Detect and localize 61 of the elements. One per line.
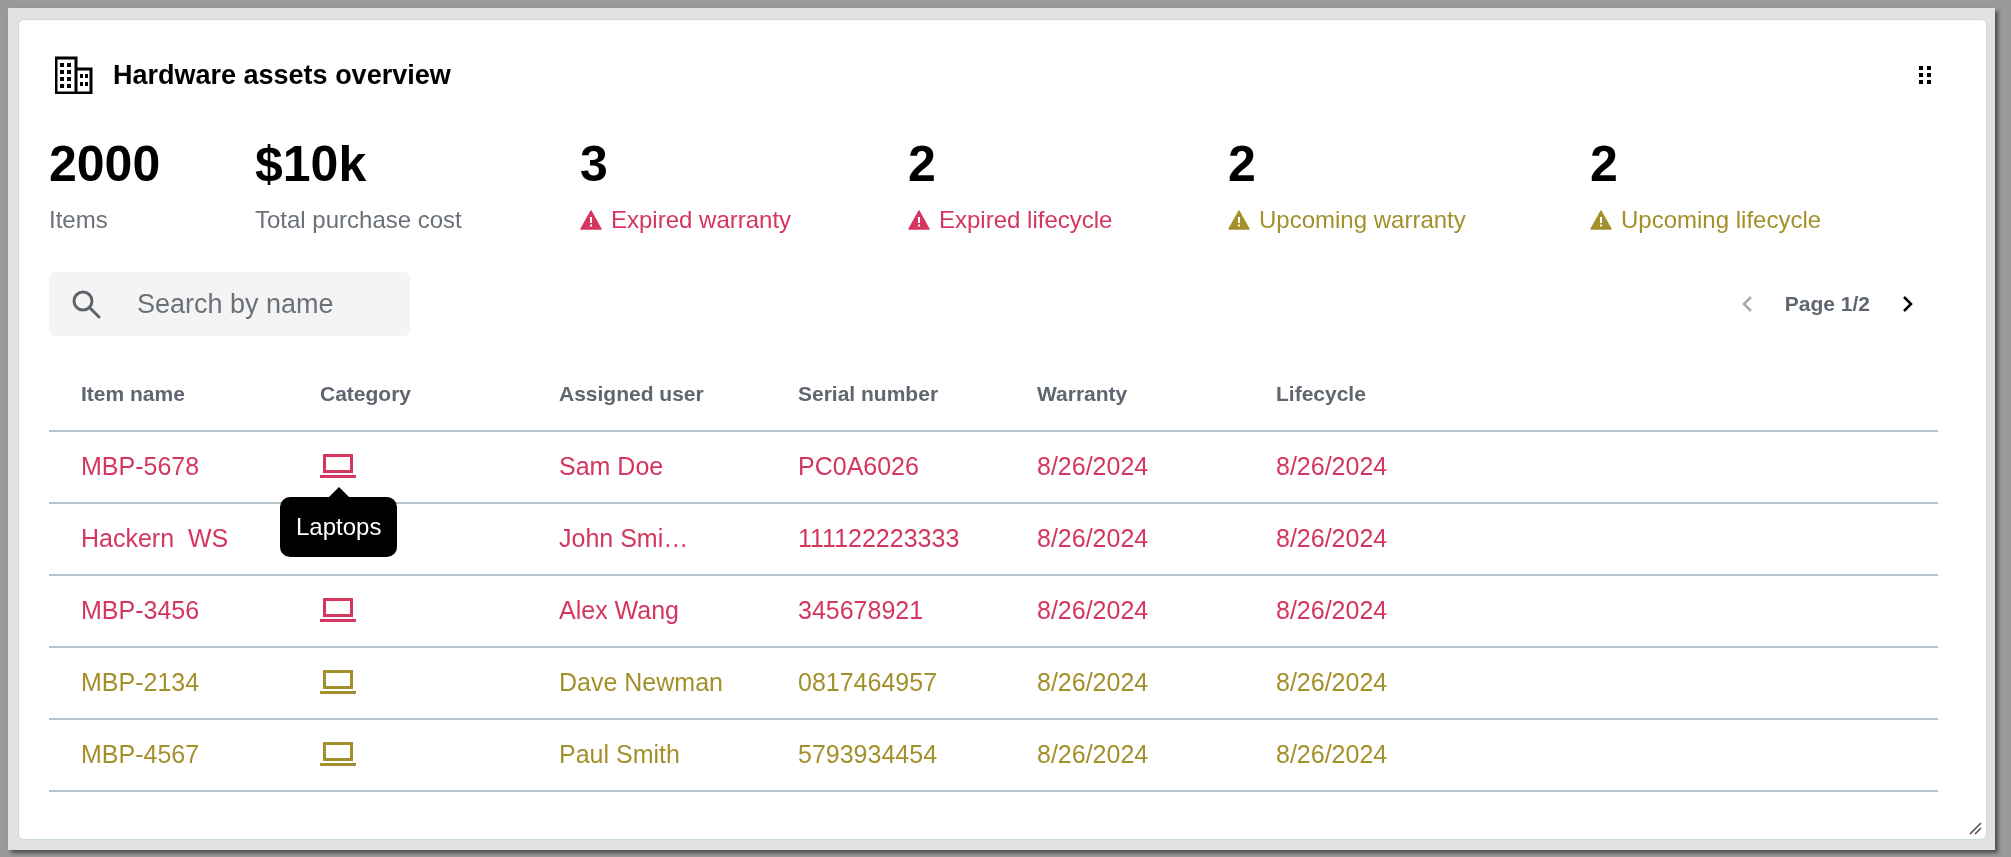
category-tooltip: Laptops	[280, 487, 398, 557]
table-cell: 8/26/2024	[1037, 452, 1149, 481]
search-icon	[71, 289, 101, 319]
chevron-right-icon	[1902, 295, 1914, 313]
table-cell: 8/26/2024	[1276, 524, 1388, 553]
table-cell: 8/26/2024	[1037, 596, 1149, 625]
table-cell: 345678921	[798, 596, 924, 625]
table-cell: 0817464957	[798, 668, 938, 697]
table-cell: Dave Newman	[559, 668, 723, 697]
stat-label: Upcoming lifecycle	[1621, 205, 1822, 235]
item-name-link[interactable]: MBP-4567	[81, 740, 200, 769]
column-header: Category	[320, 382, 412, 406]
table-cell: 8/26/2024	[1276, 452, 1388, 481]
table-cell: 8/26/2024	[1276, 740, 1388, 769]
stat-value: $10k	[255, 135, 367, 194]
item-name-link[interactable]: MBP-2134	[81, 668, 200, 697]
card-title: Hardware assets overview	[113, 58, 451, 92]
stat-label: Items	[49, 205, 108, 235]
column-header: Warranty	[1037, 382, 1128, 406]
search-field[interactable]: Search by name	[49, 272, 410, 336]
page-indicator: Page 1/2	[1784, 291, 1870, 318]
table-cell: 8/26/2024	[1276, 668, 1388, 697]
stat-label: Total purchase cost	[255, 205, 462, 235]
stat-value: 2	[1590, 135, 1618, 194]
laptop-icon[interactable]	[320, 741, 356, 769]
laptop-icon[interactable]	[320, 597, 356, 625]
table-cell: 8/26/2024	[1276, 596, 1388, 625]
laptop-icon[interactable]	[320, 453, 356, 481]
stat-label: Expired lifecycle	[939, 205, 1113, 235]
column-header: Item name	[81, 382, 185, 406]
stat-value: 2	[908, 135, 936, 194]
table-cell: 8/26/2024	[1037, 668, 1149, 697]
resize-grip-icon[interactable]	[1968, 821, 1982, 835]
stat-label: Expired warranty	[611, 205, 792, 235]
stat-value: 2	[1228, 135, 1256, 194]
item-name-link[interactable]: MBP-5678	[81, 452, 200, 481]
building-icon	[55, 56, 93, 94]
item-name-link[interactable]: Hackern WS	[81, 524, 229, 553]
column-header: Serial number	[798, 382, 939, 406]
warning-icon	[580, 210, 602, 230]
stat-label: Upcoming warranty	[1259, 205, 1466, 235]
laptop-icon[interactable]	[320, 669, 356, 697]
chevron-left-icon	[1740, 295, 1753, 313]
warning-icon	[1590, 210, 1612, 230]
table-cell: Sam Doe	[559, 452, 664, 481]
column-header: Assigned user	[559, 382, 704, 406]
column-header: Lifecycle	[1276, 382, 1366, 406]
warning-icon	[908, 210, 930, 230]
table-cell: Alex Wang	[559, 596, 679, 625]
item-name-link[interactable]: MBP-3456	[81, 596, 200, 625]
table-cell: 8/26/2024	[1037, 740, 1149, 769]
drag-handle-icon[interactable]	[1918, 65, 1932, 85]
table-cell: PC0A6026	[798, 452, 919, 481]
table-cell: Paul Smith	[559, 740, 680, 769]
stat-value: 2000	[49, 135, 161, 194]
table-cell: 8/26/2024	[1037, 524, 1149, 553]
warning-icon	[1228, 210, 1250, 230]
table-cell: 5793934454	[798, 740, 938, 769]
table-cell: 111122223333	[798, 524, 960, 553]
table-cell: John Smi…	[559, 524, 689, 553]
stat-value: 3	[580, 135, 608, 194]
